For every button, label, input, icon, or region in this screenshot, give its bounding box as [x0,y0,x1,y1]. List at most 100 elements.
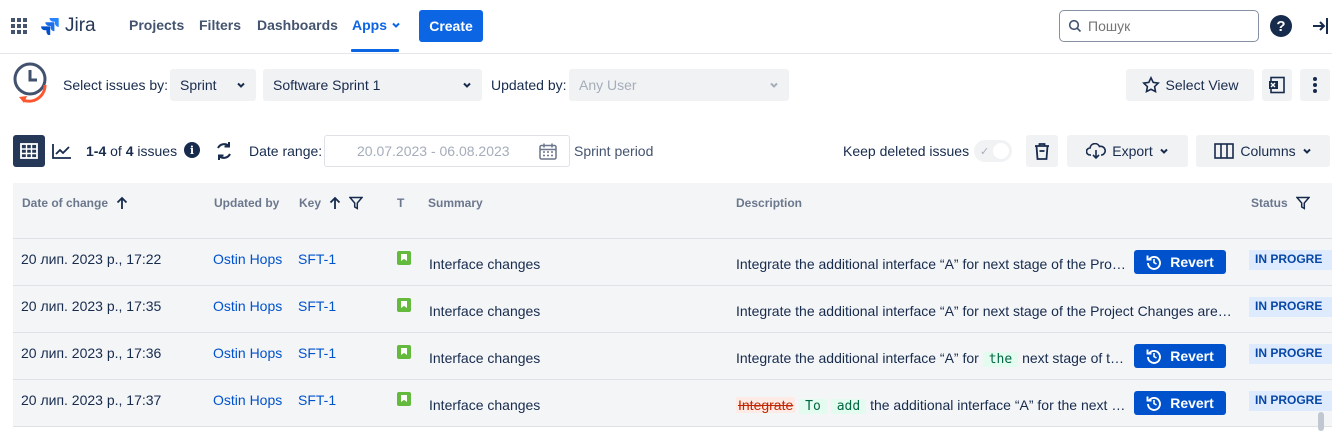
jira-logo-icon [41,18,59,35]
table-view-toggle[interactable] [13,135,45,167]
revert-icon [1146,255,1162,270]
select-by-dropdown[interactable]: Sprint [170,69,256,101]
header-summary[interactable]: Summary [428,196,483,210]
jira-logo[interactable]: Jira [41,15,96,37]
cell-date: 20 лип. 2023 р., 17:35 [21,298,162,314]
sign-out-icon[interactable] [1310,15,1332,37]
cell-date: 20 лип. 2023 р., 17:36 [21,345,162,361]
nav-projects[interactable]: Projects [129,17,184,33]
revert-button[interactable]: Revert [1134,391,1226,415]
search-input[interactable] [1088,18,1248,34]
updated-by-dropdown[interactable]: Any User [569,69,789,101]
calendar-icon[interactable] [539,143,557,160]
count-suffix: issues [137,143,178,159]
header-description[interactable]: Description [736,196,802,210]
app-switcher-icon[interactable] [11,18,27,34]
more-actions-button[interactable] [1300,69,1330,101]
cell-key-link[interactable]: SFT-1 [298,392,336,408]
search-field[interactable] [1059,10,1259,42]
nav-apps-label: Apps [352,17,387,33]
sort-ascending-icon[interactable] [329,196,341,210]
header-type[interactable]: T [397,196,404,210]
story-icon [397,345,411,359]
sort-ascending-icon[interactable] [116,196,128,210]
status-badge: IN PROGRE [1249,391,1332,411]
sprint-period-link[interactable]: Sprint period [574,143,653,159]
star-icon [1141,76,1160,94]
nav-apps[interactable]: Apps [352,17,401,33]
create-button[interactable]: Create [419,10,483,42]
trash-icon [1035,143,1049,160]
cell-user-link[interactable]: Ostin Hops [213,392,282,408]
cell-user-link[interactable]: Ostin Hops [213,251,282,267]
filter-icon[interactable] [349,196,364,210]
header-updated-by[interactable]: Updated by [214,196,279,210]
desc-insertion: add [830,399,867,414]
delete-button[interactable] [1026,135,1058,167]
header-key[interactable]: Key [299,196,364,210]
vertical-scrollbar[interactable] [1318,412,1324,431]
chevron-down-icon [392,22,400,28]
chevron-down-icon [1160,148,1168,154]
export-label: Export [1112,143,1153,159]
revert-button[interactable]: Revert [1134,250,1226,274]
cell-description: Integrate the additional interface “A” f… [736,303,1232,319]
select-by-value: Sprint [180,77,217,93]
cell-summary: Interface changes [429,303,541,319]
help-icon[interactable]: ? [1270,15,1292,37]
cell-key-link[interactable]: SFT-1 [298,298,336,314]
history-table: Date of change Updated by Key T Summary … [13,183,1332,431]
date-range-input[interactable]: 20.07.2023 - 06.08.2023 [324,135,570,167]
revert-icon [1146,349,1162,364]
cell-user-link[interactable]: Ostin Hops [213,345,282,361]
header-status[interactable]: Status [1251,196,1310,210]
count-total: 4 [125,143,134,159]
revert-button[interactable]: Revert [1134,344,1226,368]
desc-insertion: To [799,399,827,414]
keep-deleted-toggle[interactable]: ✓ [974,140,1012,162]
chevron-down-icon [1302,148,1311,154]
cell-key-link[interactable]: SFT-1 [298,345,336,361]
table-icon [20,143,38,159]
header-status-label: Status [1251,196,1288,210]
updated-by-value: Any User [579,77,637,93]
refresh-icon[interactable] [214,141,234,161]
cell-key-link[interactable]: SFT-1 [298,251,336,267]
status-badge: IN PROGRE [1249,250,1332,270]
header-date[interactable]: Date of change [22,196,128,210]
header-updated-by-label: Updated by [214,196,280,210]
filter-icon[interactable] [1295,196,1310,210]
desc-text: Integrate the additional interface “A” f… [736,350,979,366]
chevron-down-icon [237,82,245,88]
excel-export-button[interactable] [1262,69,1292,101]
logo-text: Jira [65,15,96,36]
table-row: 20 лип. 2023 р., 17:36 Ostin Hops SFT-1 … [13,333,1332,380]
desc-text: next stage of th... [1022,350,1128,366]
revert-label: Revert [1170,395,1214,411]
columns-button[interactable]: Columns [1196,135,1330,167]
header-description-label: Description [736,196,803,210]
date-range-value: 20.07.2023 - 06.08.2023 [357,143,510,159]
chart-view-toggle[interactable] [47,135,77,167]
export-button[interactable]: Export [1067,135,1188,167]
table-row: 20 лип. 2023 р., 17:37 Ostin Hops SFT-1 … [13,380,1332,427]
sprint-dropdown[interactable]: Software Sprint 1 [263,69,482,101]
desc-text: the additional interface “A” for the nex… [870,397,1128,413]
toggle-knob [993,143,1009,159]
search-icon [1068,19,1082,33]
history-clock-icon [13,62,47,103]
count-of: of [110,143,122,159]
cell-description: Integrate the additional interface “A” f… [736,350,1128,367]
columns-label: Columns [1240,143,1296,159]
status-badge: IN PROGRE [1249,344,1332,364]
info-icon[interactable]: i [184,142,200,158]
select-view-button[interactable]: Select View [1126,69,1254,101]
cell-user-link[interactable]: Ostin Hops [213,298,282,314]
cell-date: 20 лип. 2023 р., 17:22 [21,251,162,267]
chevron-down-icon [463,82,471,88]
cell-summary: Interface changes [429,350,541,366]
nav-filters[interactable]: Filters [199,17,241,33]
header-key-label: Key [299,196,322,210]
nav-dashboards[interactable]: Dashboards [257,17,338,33]
count-range: 1-4 [86,143,107,159]
